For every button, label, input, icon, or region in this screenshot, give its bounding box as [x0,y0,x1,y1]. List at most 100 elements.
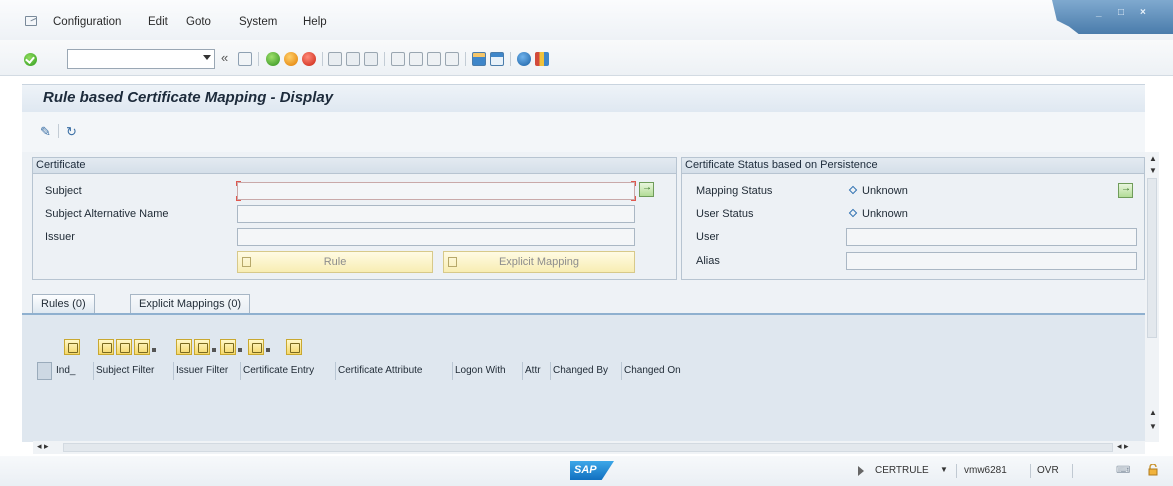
find-in-grid-icon[interactable] [98,339,114,355]
scroll-left-icon[interactable]: ◂ ▸ [37,441,49,452]
help-icon[interactable] [517,52,531,66]
set-filter-icon[interactable] [134,339,150,355]
first-page-icon[interactable] [391,52,405,66]
required-marker [631,196,636,201]
find-icon[interactable] [346,52,360,66]
issuer-field[interactable] [237,228,635,246]
subject-alt-name-field[interactable] [237,205,635,223]
title-bar: Rule based Certificate Mapping - Display [22,84,1145,112]
details-icon[interactable] [64,339,80,355]
column-certificate-attribute[interactable]: Certificate Attribute [336,362,453,380]
menu-system[interactable]: System [239,16,277,28]
create-session-icon[interactable] [472,52,486,66]
select-all-icon[interactable] [37,362,52,380]
scroll-down-icon[interactable]: ▼ [1149,422,1157,431]
chevron-down-icon[interactable] [203,55,211,60]
information-icon[interactable] [286,339,302,355]
cancel-icon[interactable] [302,52,316,66]
user-status-label: User Status [696,208,754,220]
column-logon-with[interactable]: Logon With [453,362,523,380]
toolbar-separator [465,52,466,66]
find-next-icon[interactable] [364,52,378,66]
close-button[interactable]: × [1140,7,1146,18]
command-field[interactable] [67,49,215,69]
find-next-in-grid-icon[interactable] [116,339,132,355]
explicit-mapping-button[interactable]: Explicit Mapping [443,251,635,273]
export-icon[interactable] [220,339,236,355]
status-separator [1030,464,1031,478]
certificate-status-group: Certificate Status based on Persistence … [681,157,1145,280]
status-bar: SAP CERTRULE ▼ vmw6281 OVR ⌨ [0,456,1173,486]
import-certificate-icon[interactable] [639,182,654,197]
diamond-icon [848,185,858,195]
vertical-scroll-thumb[interactable] [1147,178,1157,338]
scroll-right-icon[interactable]: ◂ ▸ [1117,441,1129,452]
print-preview-icon[interactable] [176,339,192,355]
menu-edit[interactable]: Edit [148,16,168,28]
save-icon[interactable] [238,52,252,66]
toolbar-separator [258,52,259,66]
vertical-scrollbar[interactable]: ▲ ▼ ▲ ▼ [1145,152,1159,442]
collapse-command-icon[interactable]: « [221,50,228,65]
menu-help[interactable]: Help [303,16,327,28]
keyboard-icon[interactable]: ⌨ [1116,465,1130,476]
column-attr[interactable]: Attr [523,362,551,380]
enter-check-icon[interactable] [24,53,37,66]
refresh-icon[interactable]: ↻ [66,124,77,140]
minimize-button[interactable]: _ [1096,7,1102,18]
views-icon[interactable] [194,339,210,355]
menu-bar: Configuration Edit Goto System Help _ □ … [0,0,1173,40]
print-icon[interactable] [328,52,342,66]
back-icon[interactable] [266,52,280,66]
status-expand-icon[interactable] [858,466,864,476]
scroll-up-icon[interactable]: ▲ [1149,408,1157,417]
mapping-status-value: Unknown [848,185,908,197]
mapping-status-text: Unknown [862,185,908,197]
display-change-icon[interactable]: ✎ [40,124,51,140]
previous-page-icon[interactable] [409,52,423,66]
status-separator [956,464,957,478]
column-subject-filter[interactable]: Subject Filter [94,362,174,380]
column-changed-on[interactable]: Changed On [622,362,684,380]
system-menu-icon[interactable] [25,16,37,26]
views-dropdown-icon[interactable] [212,348,216,352]
last-page-icon[interactable] [445,52,459,66]
user-field[interactable] [846,228,1137,246]
column-changed-by[interactable]: Changed By [551,362,622,380]
scroll-up-icon[interactable]: ▲ [1149,154,1157,163]
rules-grid-area: Ind_ Subject Filter Issuer Filter Certif… [22,315,1145,442]
tab-explicit-mappings[interactable]: Explicit Mappings (0) [130,294,251,314]
insert-mode[interactable]: OVR [1037,465,1059,476]
standard-toolbar: « [0,40,1173,76]
subject-alt-name-label: Subject Alternative Name [45,208,169,220]
column-ind[interactable]: Ind_ [54,362,94,380]
transaction-dropdown-icon[interactable]: ▼ [940,465,948,474]
horizontal-scroll-thumb[interactable] [63,443,1113,452]
filter-dropdown-icon[interactable] [152,348,156,352]
shortcut-icon[interactable] [490,52,504,66]
column-issuer-filter[interactable]: Issuer Filter [174,362,241,380]
next-page-icon[interactable] [427,52,441,66]
menu-configuration[interactable]: Configuration [53,16,121,28]
menu-goto[interactable]: Goto [186,16,211,28]
export-dropdown-icon[interactable] [238,348,242,352]
diamond-icon [848,208,858,218]
column-certificate-entry[interactable]: Certificate Entry [241,362,336,380]
required-marker [631,181,636,186]
main-area: Certificate Subject Subject Alternative … [22,152,1145,442]
horizontal-scrollbar[interactable] [33,441,1145,454]
scroll-down-icon[interactable]: ▼ [1149,166,1157,175]
customize-layout-icon[interactable] [535,52,549,66]
exit-icon[interactable] [284,52,298,66]
tab-rules[interactable]: Rules (0) [32,294,95,314]
alias-field[interactable] [846,252,1137,270]
subject-field[interactable] [237,182,635,200]
lock-icon[interactable] [1147,463,1159,476]
maximize-button[interactable]: □ [1118,7,1124,18]
page-title: Rule based Certificate Mapping - Display [43,89,334,106]
layout-dropdown-icon[interactable] [266,348,270,352]
rule-button[interactable]: Rule [237,251,433,273]
user-status-text: Unknown [862,208,908,220]
refresh-status-icon[interactable] [1118,183,1133,198]
layout-icon[interactable] [248,339,264,355]
